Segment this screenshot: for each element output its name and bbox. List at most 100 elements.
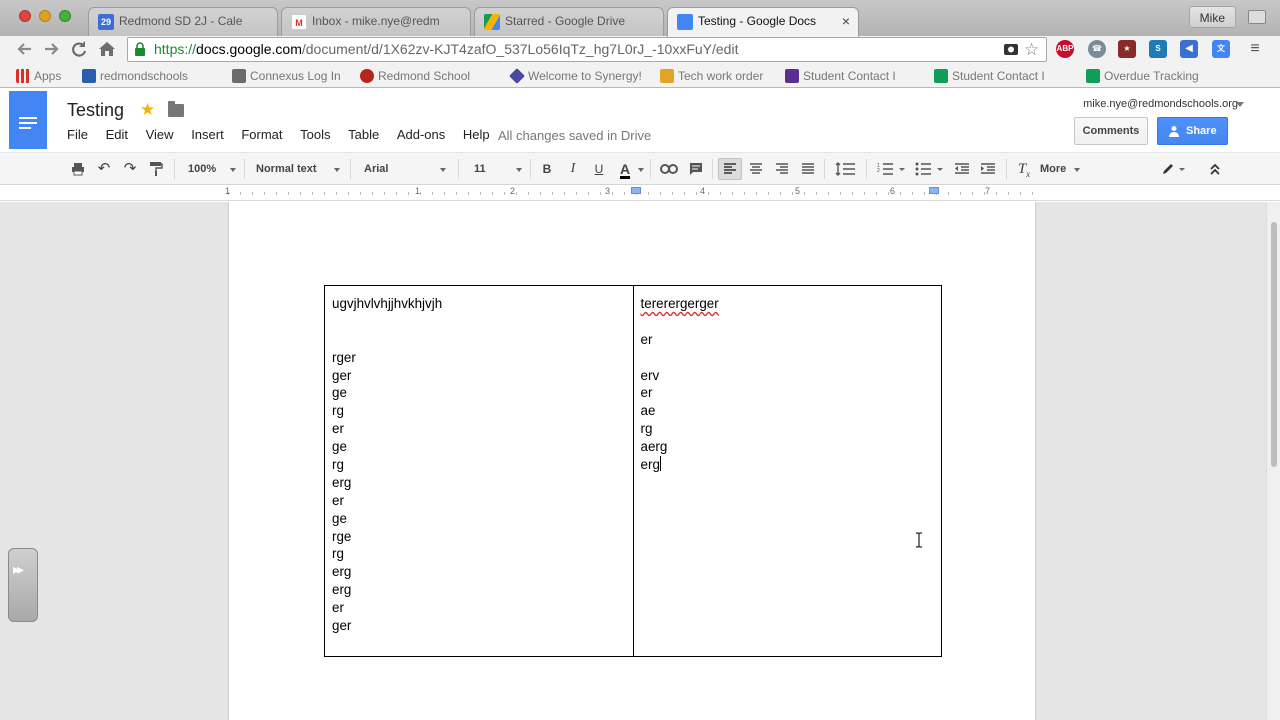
bookmark-star-icon[interactable]: ☆ [1024,41,1042,59]
address-bar[interactable]: https://docs.google.com/document/d/1X62z… [127,37,1047,62]
browser-tab-inbox[interactable]: M Inbox - mike.nye@redm [281,7,471,36]
justify-button[interactable] [798,158,818,180]
bookmark-tech-work-order[interactable]: Tech work order [660,68,763,84]
bookmark-manager-icon[interactable]: ★ [1118,40,1136,58]
line-spacing-button[interactable] [832,158,860,180]
menu-file[interactable]: File [67,127,88,142]
toolbar-divider [174,159,175,179]
account-email[interactable]: mike.nye@redmondschools.org [1083,98,1238,110]
collapse-toolbar-button[interactable] [1205,158,1225,180]
bookmark-connexus[interactable]: Connexus Log In [232,68,341,84]
undo-button[interactable]: ↶ [94,158,114,180]
close-tab-button[interactable]: × [842,8,850,35]
ruler-number: 2 [510,186,516,196]
browser-tab-calendar[interactable]: 29 Redmond SD 2J - Cale [88,7,278,36]
column-marker[interactable] [631,187,641,194]
cell-line: erg [332,564,352,580]
toolbar-divider [650,159,651,179]
horizontal-ruler[interactable]: 1 1 2 3 4 5 6 7 [0,185,1280,201]
menu-bar: File Edit View Insert Format Tools Table… [67,127,504,142]
chevron-down-icon[interactable] [1236,102,1244,107]
reload-button[interactable] [68,38,90,60]
comments-button[interactable]: Comments [1074,117,1148,145]
bookmark-overdue-tracking[interactable]: Overdue Tracking [1086,68,1199,84]
insert-link-button[interactable] [658,158,680,180]
connexus-icon [232,69,246,83]
save-status[interactable]: All changes saved in Drive [498,128,651,143]
zoom-select[interactable]: 100% [188,158,236,180]
home-button[interactable] [96,38,118,60]
underline-button[interactable]: U [590,158,608,180]
profile-button[interactable]: Mike [1188,6,1236,28]
document-table[interactable]: ugvjhvlvhjjhvkhjvjh rger ger ge rg er ge… [324,285,943,657]
menu-view[interactable]: View [146,127,174,142]
clear-formatting-button[interactable]: Tx [1014,158,1034,180]
table-cell-right[interactable]: tererergerger er erv er ae rg aerg erg [632,285,943,657]
bookmark-redmond-school[interactable]: Redmond School [360,68,470,84]
decrease-indent-button[interactable] [952,158,972,180]
print-button[interactable] [68,158,88,180]
editing-mode-button[interactable] [1158,158,1188,180]
close-window-button[interactable] [19,10,31,22]
s-extension-icon[interactable]: S [1149,40,1167,58]
forward-button[interactable] [40,38,62,60]
browser-tab-drive[interactable]: Starred - Google Drive [474,7,664,36]
redo-button[interactable]: ↷ [120,158,140,180]
increase-indent-button[interactable] [978,158,998,180]
menu-help[interactable]: Help [463,127,490,142]
italic-button[interactable]: I [564,158,582,180]
cell-line: er [640,385,653,401]
bold-button[interactable]: B [538,158,556,180]
fullscreen-button[interactable] [1248,10,1266,24]
chevron-down-icon[interactable] [638,168,644,172]
spreadsheet-icon [1086,69,1100,83]
align-center-button[interactable] [746,158,766,180]
bookmark-synergy[interactable]: Welcome to Synergy! [509,68,642,84]
vertical-scrollbar[interactable] [1266,202,1280,720]
translate-icon[interactable]: 文 [1212,40,1230,58]
font-size-select[interactable]: 11 [474,158,522,180]
bulleted-list-button[interactable] [912,158,946,180]
right-indent-marker[interactable] [929,187,939,194]
docs-home-button[interactable] [9,91,47,149]
font-select[interactable]: Arial [364,158,446,180]
align-left-button[interactable] [718,158,742,180]
numbered-list-button[interactable]: 12 [874,158,908,180]
chrome-menu-icon[interactable]: ≡ [1246,40,1264,58]
bookmark-redmondschools[interactable]: redmondschools [82,68,188,84]
phone-icon[interactable]: ☎ [1088,40,1106,58]
insert-comment-button[interactable] [686,158,706,180]
justify-icon [802,163,814,174]
zoom-window-button[interactable] [59,10,71,22]
cell-line: ge [332,510,347,526]
paragraph-style-select[interactable]: Normal text [256,158,340,180]
scrollbar-thumb[interactable] [1271,222,1277,467]
star-icon[interactable]: ★ [140,100,155,120]
floating-panel-handle[interactable]: ▸▸ [8,548,38,622]
bookmark-student-contact-2[interactable]: Student Contact I [934,68,1045,84]
align-right-button[interactable] [772,158,792,180]
abp-icon[interactable]: ABP [1056,40,1074,58]
menu-add-ons[interactable]: Add-ons [397,127,445,142]
share-button[interactable]: Share [1157,117,1228,145]
bookmark-apps[interactable]: Apps [16,68,61,84]
table-cell-left[interactable]: ugvjhvlvhjjhvkhjvjh rger ger ge rg er ge… [324,285,634,657]
document-title[interactable]: Testing [67,100,124,121]
back-button[interactable] [14,38,36,60]
menu-table[interactable]: Table [348,127,379,142]
folder-icon[interactable] [168,101,184,117]
bookmark-student-contact-1[interactable]: Student Contact I [785,68,896,84]
menu-edit[interactable]: Edit [106,127,128,142]
cast-icon[interactable] [1002,41,1020,59]
menu-insert[interactable]: Insert [191,127,224,142]
megaphone-icon[interactable]: ◀ [1180,40,1198,58]
synergy-icon [509,68,525,84]
menu-tools[interactable]: Tools [300,127,330,142]
more-button[interactable]: More [1040,158,1080,180]
minimize-window-button[interactable] [39,10,51,22]
menu-format[interactable]: Format [241,127,282,142]
paint-format-button[interactable] [146,158,166,180]
browser-tab-docs[interactable]: Testing - Google Docs × [667,7,859,37]
text-color-button[interactable]: A [614,158,636,180]
document-page[interactable]: ugvjhvlvhjjhvkhjvjh rger ger ge rg er ge… [228,202,1036,720]
